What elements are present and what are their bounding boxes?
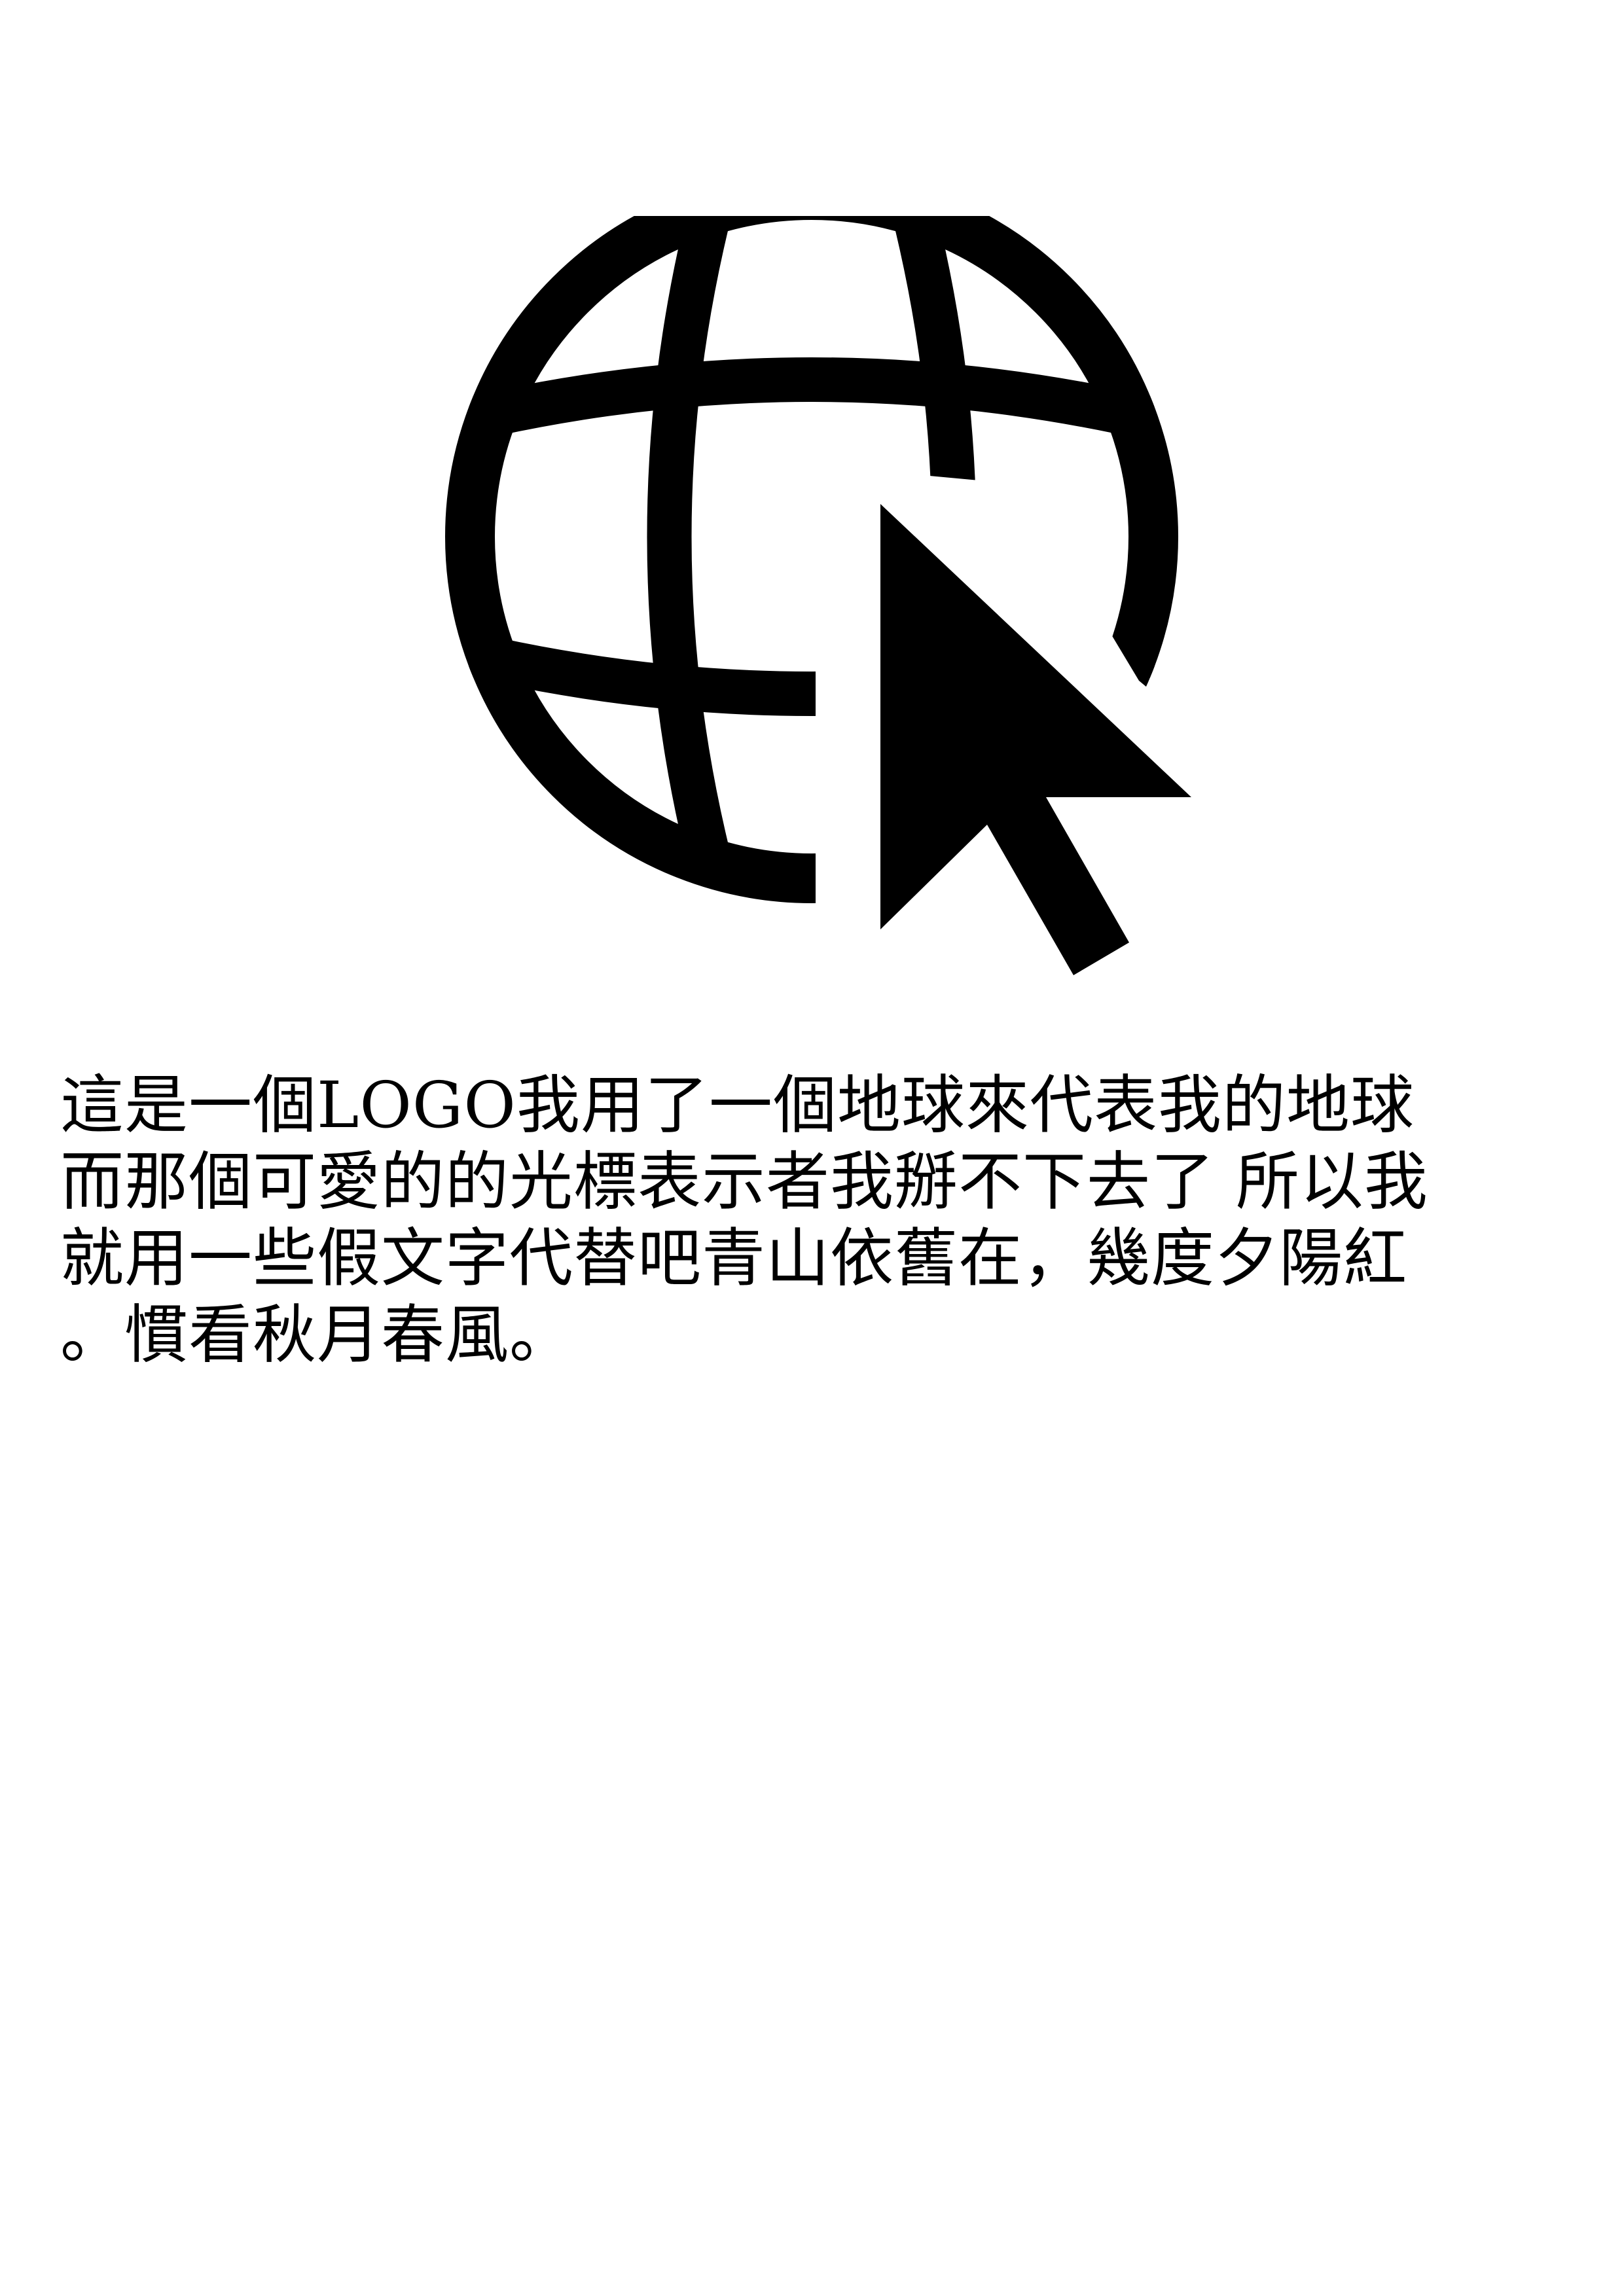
text-line: 就用一些假文字代替吧青山依舊在，幾度夕陽紅 (60, 1221, 1407, 1295)
body-text: 這是一個LOGO我用了一個地球來代表我的地球 而那個可愛的的光標表示者我掰不下去… (60, 1067, 1566, 1373)
globe-with-cursor-icon (445, 216, 1191, 975)
logo (406, 216, 1218, 988)
text-line: 。慣看秋月春風。 (60, 1298, 573, 1372)
text-line: 這是一個LOGO我用了一個地球來代表我的地球 (60, 1068, 1415, 1142)
text-line: 而那個可愛的的光標表示者我掰不下去了 所以我 (60, 1145, 1428, 1219)
page: { "logo": { "icon": "globe-with-cursor-i… (0, 0, 1624, 2296)
